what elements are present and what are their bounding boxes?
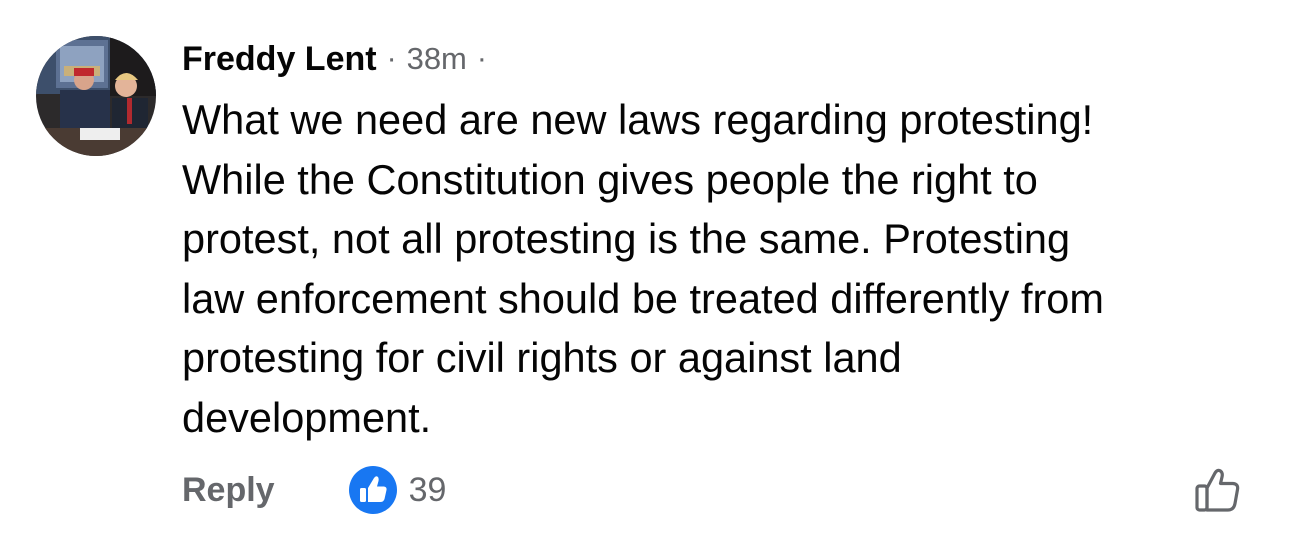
comment-text-line: development. [182,393,432,441]
separator-dot: · [476,42,487,75]
avatar[interactable] [36,36,156,156]
timestamp[interactable]: 38m [407,41,467,77]
comment-actions: Reply 39 [182,466,446,514]
comment-text-line: law enforcement should be treated differ… [182,274,1104,322]
comment-text: What we need are new laws regarding prot… [182,90,1262,447]
comment-header: Freddy Lent · 38m · [182,36,487,82]
reaction-count: 39 [408,470,447,509]
reaction-summary[interactable]: 39 [348,466,447,514]
comment-text-line: protest, not all protesting is the same.… [182,215,1071,262]
comment: Freddy Lent · 38m · What we need are new… [0,0,1290,555]
like-button[interactable] [1192,464,1244,516]
author-name[interactable]: Freddy Lent [182,40,377,79]
comment-text-line: protesting for civil rights or against l… [182,334,902,381]
avatar-image [36,36,156,156]
reply-button[interactable]: Reply [182,471,275,510]
comment-text-line: While the Constitution gives people the … [182,155,1038,203]
thumbs-up-outline-icon [1195,468,1240,512]
comment-text-line: What we need are new laws regarding prot… [182,96,1094,143]
thumbs-up-icon [348,466,397,514]
separator-dot: · [386,42,397,75]
